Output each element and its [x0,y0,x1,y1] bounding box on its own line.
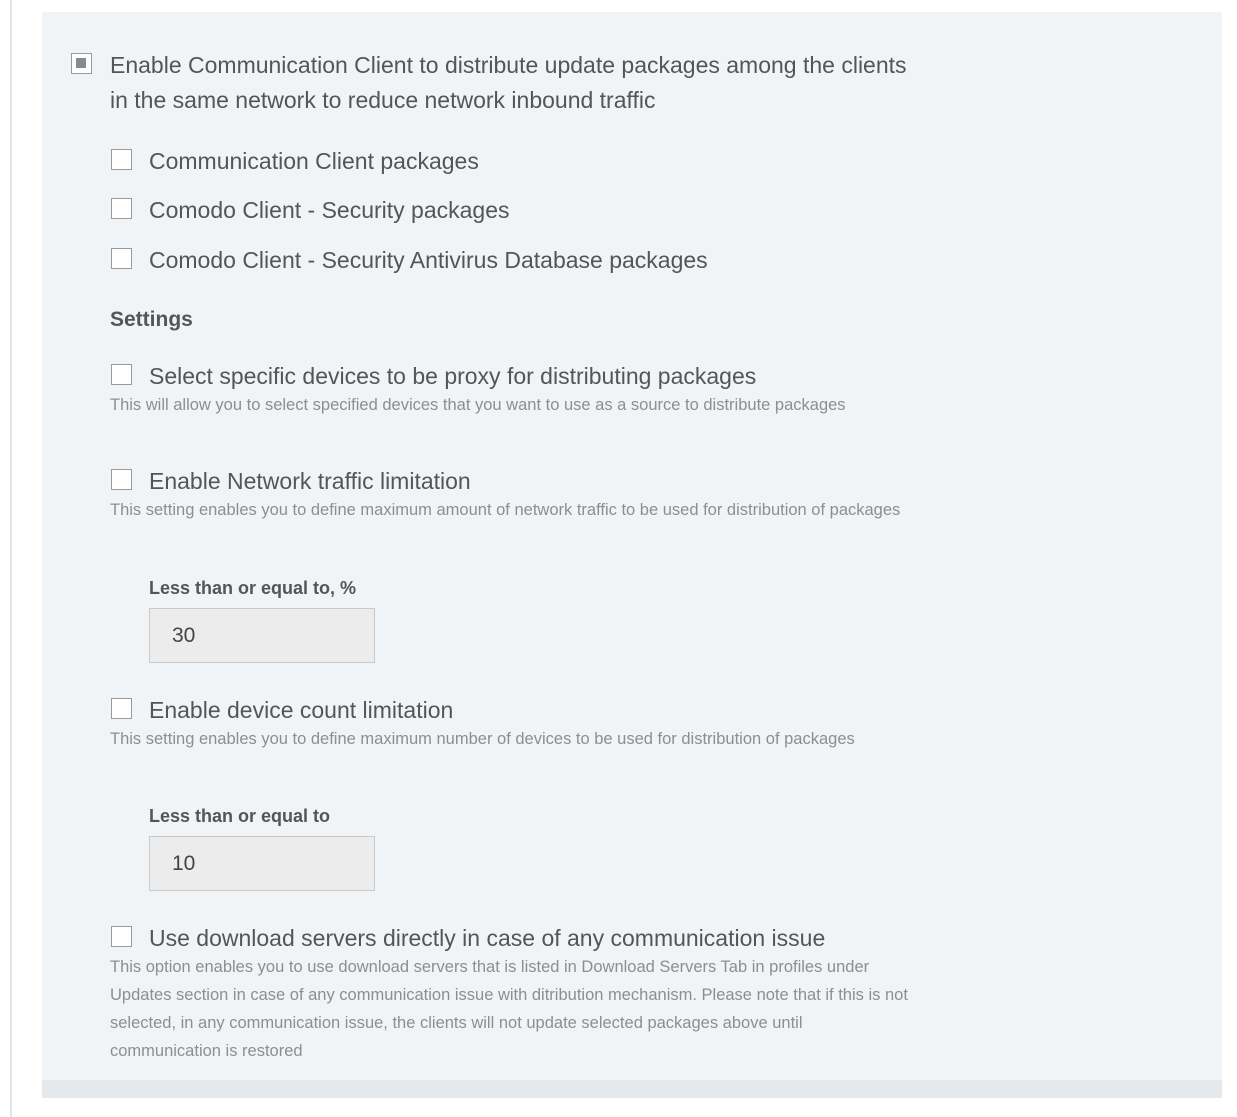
panel-bottom-border [42,1080,1222,1098]
network-traffic-limitation-description: This setting enables you to define maxim… [110,501,901,519]
network-traffic-limitation-checkbox[interactable] [111,469,132,490]
proxy-devices-label: Select specific devices to be proxy for … [149,363,757,389]
communication-client-packages-checkbox[interactable] [111,149,132,170]
download-servers-label: Use download servers directly in case of… [149,925,826,951]
device-count-input[interactable] [149,836,375,891]
device-count-limitation-description: This setting enables you to define maxim… [110,730,855,748]
network-traffic-percent-input[interactable] [149,608,375,663]
communication-client-packages-label: Communication Client packages [149,148,479,174]
proxy-devices-checkbox[interactable] [111,364,132,385]
proxy-devices-description: This will allow you to select specified … [110,396,846,414]
main-option-label: Enable Communication Client to distribut… [110,52,907,113]
main-option-checkbox[interactable] [71,53,92,74]
device-count-field-label: Less than or equal to [149,806,331,826]
device-count-limitation-checkbox[interactable] [111,698,132,719]
download-servers-checkbox[interactable] [111,926,132,947]
network-traffic-limitation-label: Enable Network traffic limitation [149,468,471,494]
network-traffic-field-label: Less than or equal to, % [149,578,357,598]
device-count-limitation-label: Enable device count limitation [149,697,454,723]
antivirus-database-packages-label: Comodo Client - Security Antivirus Datab… [149,247,708,273]
download-servers-description: This option enables you to use download … [110,958,908,1060]
settings-heading: Settings [110,308,193,331]
security-packages-checkbox[interactable] [111,198,132,219]
left-border-rule [10,0,12,1117]
security-packages-label: Comodo Client - Security packages [149,197,510,223]
antivirus-database-packages-checkbox[interactable] [111,248,132,269]
